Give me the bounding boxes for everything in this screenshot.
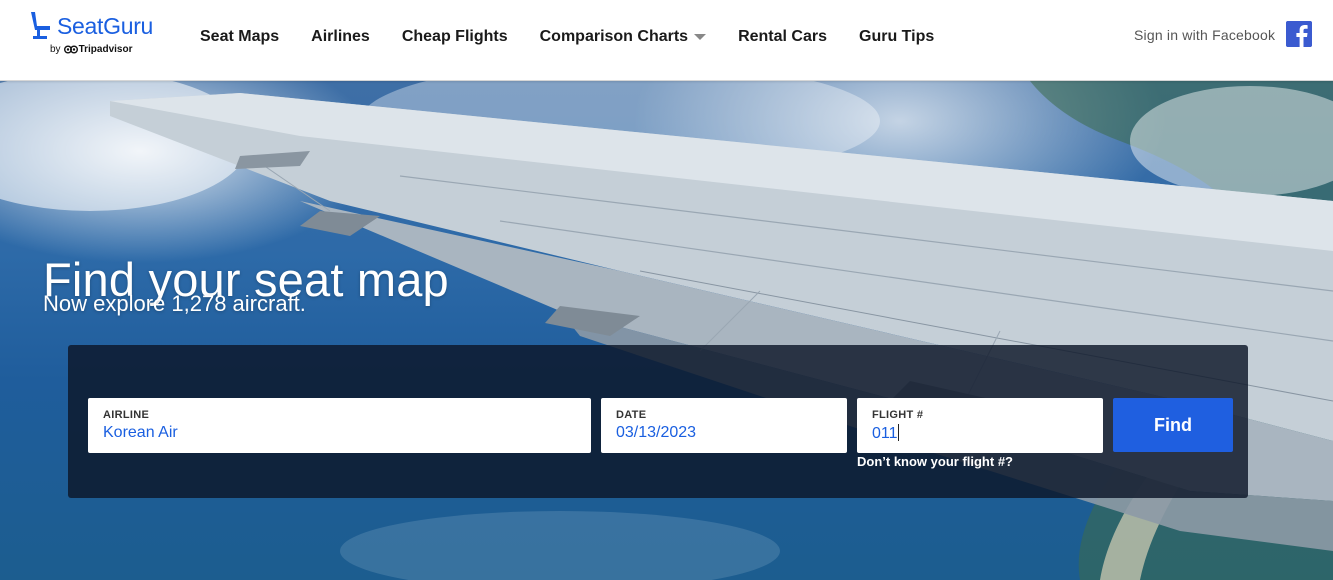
logo-by: by [50,44,61,55]
flight-number-field[interactable]: FLIGHT # 011 [857,398,1103,453]
nav-airlines[interactable]: Airlines [311,27,370,47]
nav-label: Guru Tips [859,28,935,45]
text-cursor [897,424,899,441]
nav-comparison-charts[interactable]: Comparison Charts [539,27,707,47]
nav-label: Rental Cars [738,28,827,45]
logo-wordmark: SeatGuru [57,13,154,39]
nav-guru-tips[interactable]: Guru Tips [859,27,934,47]
find-button[interactable]: Find [1113,398,1233,452]
logo-byline: by Tripadvisor [50,44,132,55]
airline-input[interactable]: Korean Air [103,424,178,442]
date-input[interactable]: 03/13/2023 [616,424,696,442]
seatguru-logo[interactable]: SeatGuru by Tripadvisor [28,10,168,60]
airline-field[interactable]: AIRLINE Korean Air [88,398,591,453]
nav-seat-maps[interactable]: Seat Maps [200,27,279,47]
hero-section: Find your seat map Now explore 1,278 air… [0,81,1333,580]
nav-label: Seat Maps [200,28,280,45]
logo-partner: Tripadvisor [78,44,133,55]
nav-rental-cars[interactable]: Rental Cars [738,27,827,47]
caret-down-icon [694,34,707,40]
nav-label: Cheap Flights [401,28,508,45]
date-label: DATE [616,409,647,421]
date-field[interactable]: DATE 03/13/2023 [601,398,847,453]
hero-subtitle: Now explore 1,278 aircraft. [43,291,306,316]
airline-label: AIRLINE [103,409,150,421]
dont-know-flight-link[interactable]: Don’t know your flight #? [857,454,1013,469]
facebook-signin-link[interactable]: Sign in with Facebook [1134,27,1275,43]
nav-label: Airlines [311,28,370,45]
search-panel: AIRLINE Korean Air DATE 03/13/2023 FLIGH… [68,345,1248,498]
flight-number-label: FLIGHT # [872,409,924,421]
nav-label: Comparison Charts [539,28,689,45]
tripadvisor-owl-icon [63,45,78,54]
site-header: SeatGuru by Tripadvisor Seat Maps Airlin… [0,0,1333,81]
seat-icon [31,12,50,39]
nav-cheap-flights[interactable]: Cheap Flights [402,27,508,47]
airplane-wing-background [0,81,1333,580]
flight-number-input[interactable]: 011 [872,425,898,442]
flight-number-input-wrap[interactable]: 011 [872,424,899,443]
main-nav: Seat Maps Airlines Cheap Flights Compari… [200,27,966,47]
facebook-icon[interactable] [1286,21,1312,47]
